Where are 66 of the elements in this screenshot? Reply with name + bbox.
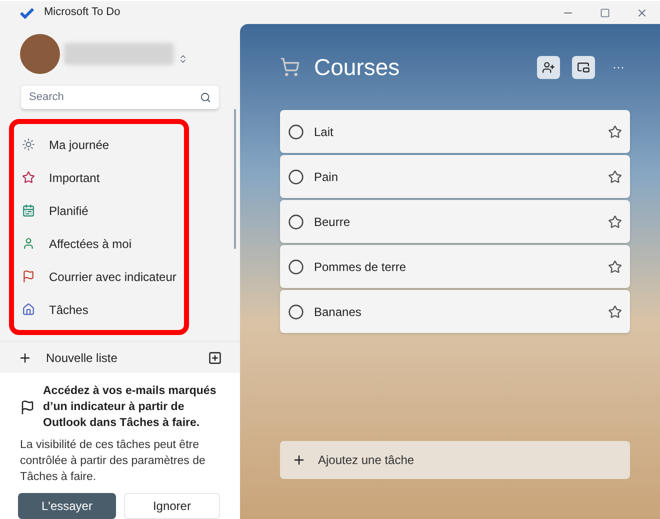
nav-item[interactable]: Tâches <box>18 293 180 326</box>
task-row[interactable]: Pommes de terre <box>280 245 630 288</box>
flag-icon <box>22 270 35 283</box>
picture-button[interactable] <box>572 56 595 78</box>
nav-label: Courrier avec indicateur <box>49 268 176 286</box>
more-button[interactable]: ··· <box>607 56 630 78</box>
star-icon[interactable] <box>608 170 622 184</box>
avatar[interactable] <box>20 34 60 74</box>
task-title: Lait <box>314 124 334 140</box>
nav-item[interactable]: Affectées à moi <box>18 227 180 260</box>
search-field[interactable]: Search <box>21 86 219 110</box>
task-row[interactable]: Lait <box>280 110 630 153</box>
search-input[interactable]: Search <box>29 89 200 106</box>
calendar-icon <box>22 204 35 217</box>
ignore-button[interactable]: Ignorer <box>124 493 220 519</box>
task-row[interactable]: Bananes <box>280 290 630 333</box>
nav-item[interactable]: Important <box>18 161 180 194</box>
star-icon <box>22 171 35 184</box>
checkbox-circle-icon[interactable] <box>288 214 304 230</box>
star-icon[interactable] <box>608 214 622 228</box>
nav-label: Affectées à moi <box>49 236 132 252</box>
cart-icon <box>280 57 300 77</box>
task-title: Beurre <box>314 214 350 230</box>
star-icon[interactable] <box>608 124 622 138</box>
new-group-icon[interactable] <box>208 350 222 364</box>
checkbox-circle-icon[interactable] <box>288 168 304 184</box>
sun-icon <box>22 138 35 151</box>
nav-label: Tâches <box>49 302 88 318</box>
star-icon[interactable] <box>608 260 622 274</box>
task-title: Bananes <box>314 304 362 320</box>
task-row[interactable]: Beurre <box>280 200 630 243</box>
promo-title: Accédez à vos e-mails marqués d’un indicateur à partir de Outlook dans Tâches à faire. <box>43 384 218 431</box>
new-list-button[interactable]: Nouvelle liste <box>46 348 118 366</box>
expand-icon[interactable] <box>178 54 188 64</box>
picture-in-picture-icon <box>577 60 590 74</box>
nav-label: Important <box>49 170 100 186</box>
add-person-icon <box>542 60 555 74</box>
nav-label: Ma journée <box>49 136 110 154</box>
list-title: Courses <box>314 52 400 82</box>
home-icon <box>22 303 35 316</box>
promo-text: La visibilité de ces tâches peut être contrôlée à partir des paramètres de Tâches à faire. <box>20 438 206 485</box>
star-icon[interactable] <box>608 304 622 318</box>
person-icon <box>22 237 35 250</box>
nav-item[interactable]: Courrier avec indicateur <box>18 260 180 293</box>
flag-icon <box>20 400 35 414</box>
checkmark-logo-icon <box>20 6 34 18</box>
checkbox-circle-icon[interactable] <box>288 124 304 140</box>
add-task-input[interactable]: Ajoutez une tâche <box>318 451 618 469</box>
plus-icon <box>292 453 306 467</box>
checkbox-circle-icon[interactable] <box>288 258 304 274</box>
nav-label: Planifié <box>49 202 88 220</box>
nav-item[interactable]: Planifié <box>18 194 180 227</box>
task-title: Pain <box>314 168 338 186</box>
close-icon[interactable] <box>636 6 648 18</box>
scrollbar[interactable] <box>234 109 236 249</box>
window-title: Microsoft To Do <box>44 5 120 20</box>
nav-item[interactable]: Ma journée <box>18 128 180 161</box>
share-button[interactable] <box>537 56 560 78</box>
try-button[interactable]: L'essayer <box>18 493 116 519</box>
checkbox-circle-icon[interactable] <box>288 304 304 320</box>
add-task-field[interactable]: Ajoutez une tâche <box>280 441 630 479</box>
plus-icon <box>18 350 32 364</box>
maximize-icon[interactable] <box>600 8 610 18</box>
task-row[interactable]: Pain <box>280 155 630 198</box>
search-icon[interactable] <box>200 92 211 103</box>
task-title: Pommes de terre <box>314 258 406 276</box>
